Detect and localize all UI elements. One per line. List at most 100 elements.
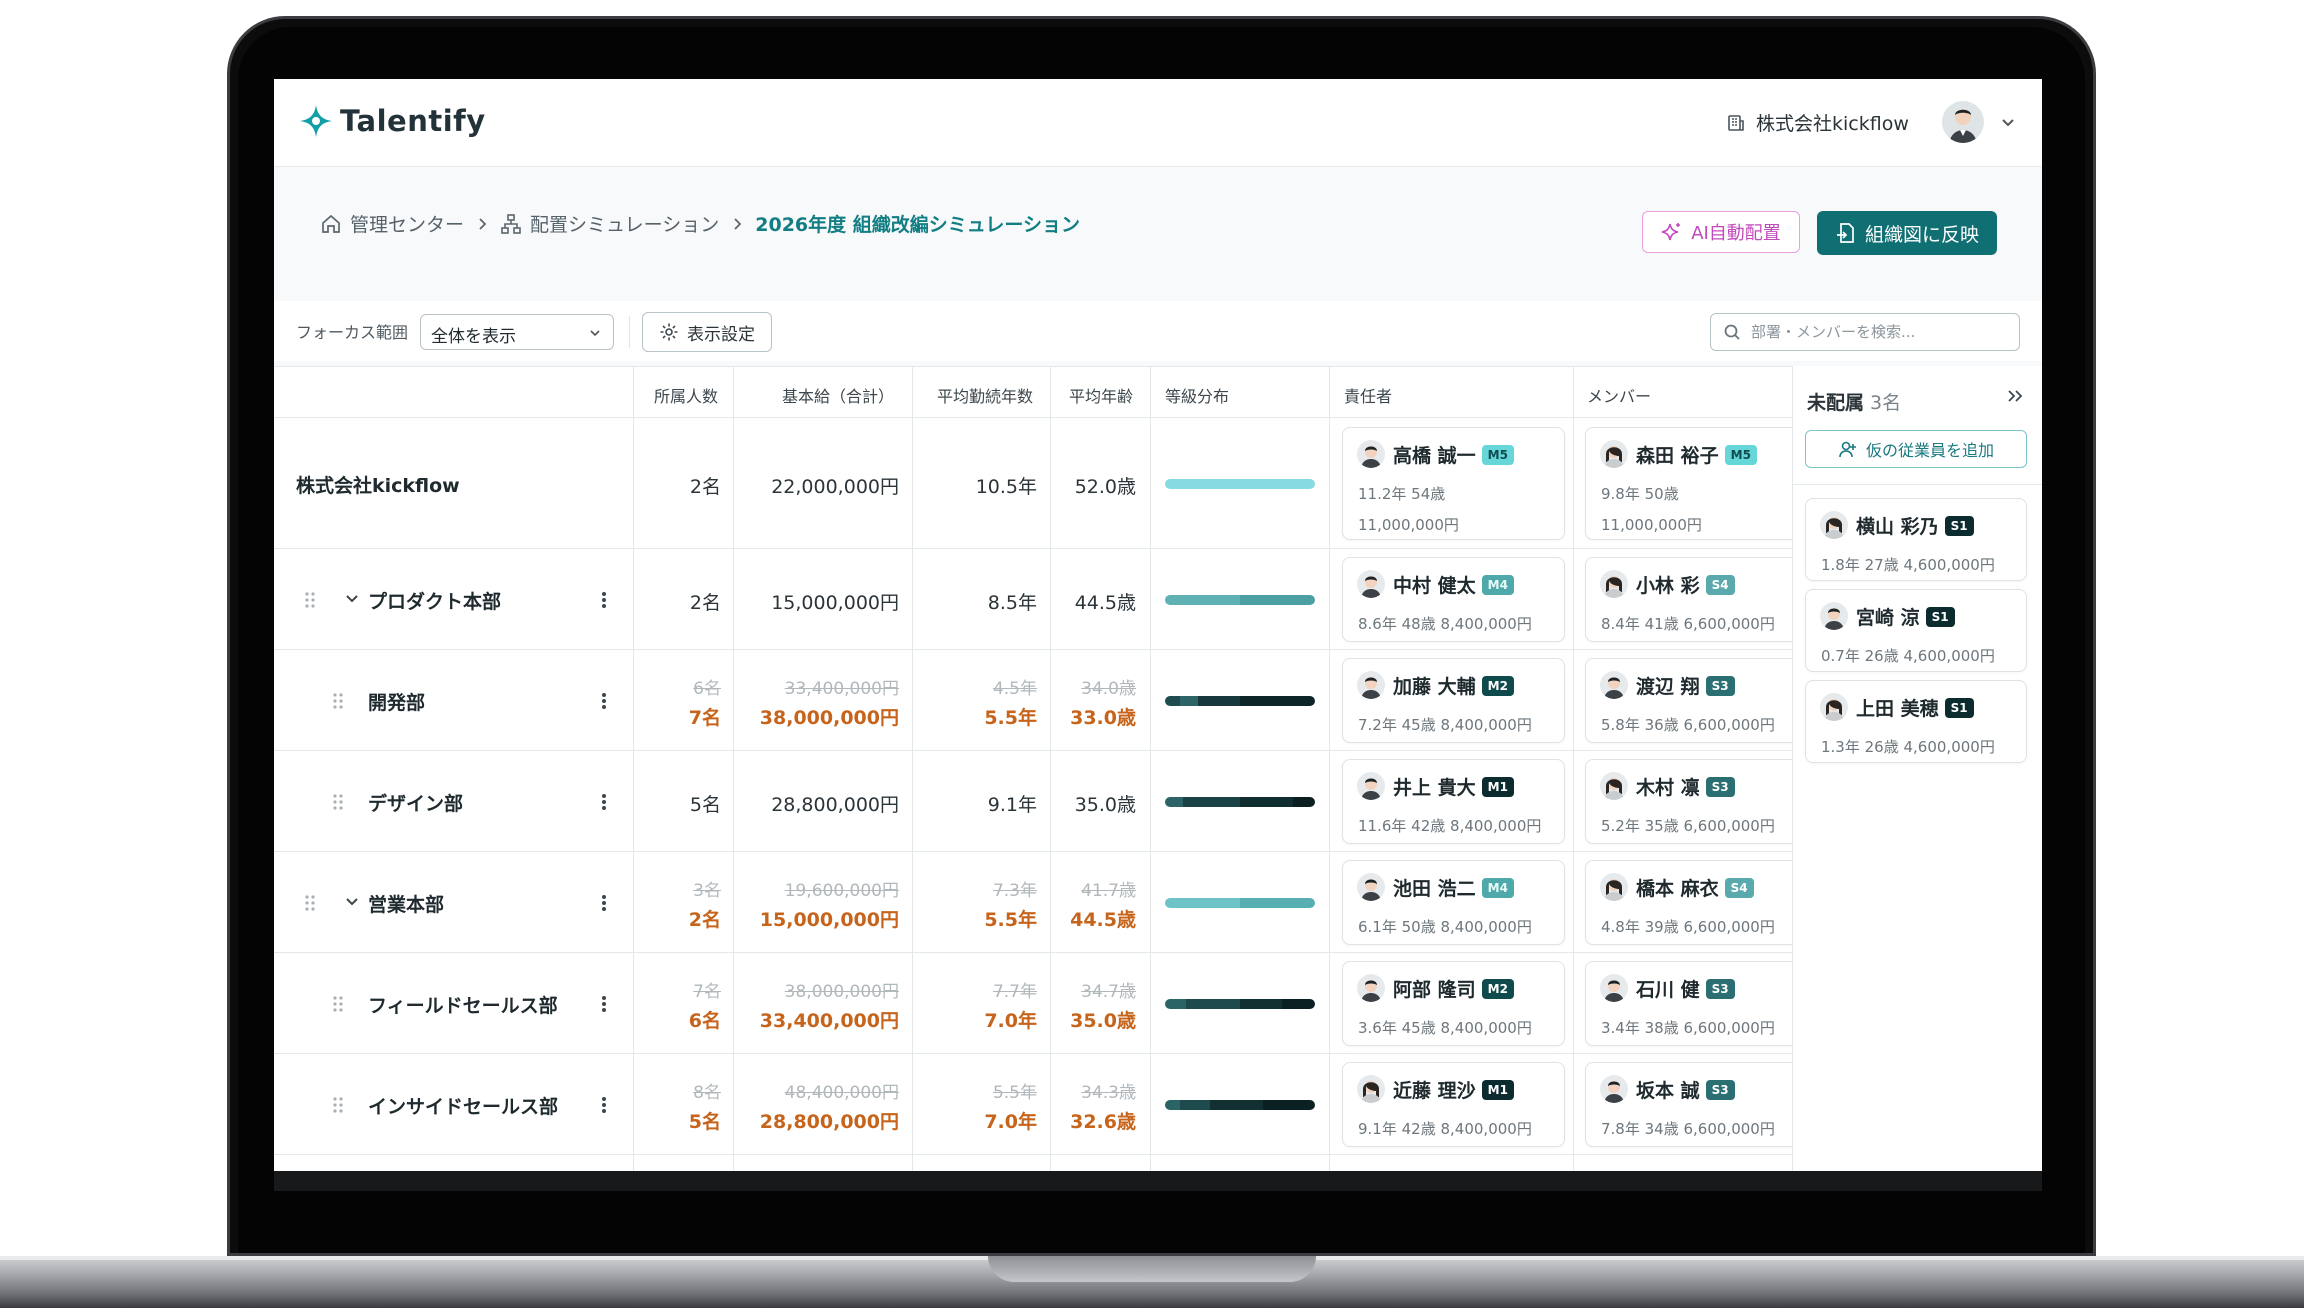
grade-badge: M4 <box>1481 877 1514 898</box>
grade-segment <box>1180 695 1198 706</box>
base-salary: 28,800,000円 <box>771 793 899 816</box>
drag-handle-icon[interactable] <box>332 691 344 715</box>
export-document-icon <box>1836 223 1854 243</box>
person-meta: 0.7年 26歳 4,600,000円 <box>1821 647 1995 665</box>
col-grade-distribution[interactable]: 等級分布 <box>1165 383 1229 407</box>
person-avatar <box>1600 772 1628 800</box>
avg-age-after: 32.6歳 <box>1070 1110 1136 1133</box>
double-chevron-right-icon[interactable] <box>2005 386 2025 406</box>
col-avg-tenure[interactable]: 平均勤続年数 <box>937 383 1033 407</box>
person-name: 小林 彩 S4 <box>1636 571 1735 598</box>
avg-age: 35.0歳 <box>1074 793 1136 816</box>
grade-badge: S3 <box>1705 675 1735 696</box>
drag-handle-icon[interactable] <box>304 590 316 614</box>
grade-distribution-bar <box>1165 695 1315 706</box>
grade-segment <box>1165 478 1315 489</box>
person-card[interactable]: 石川 健 S3 3.4年 38歳 6,600,000円 <box>1585 961 1808 1046</box>
base-salary-after: 28,800,000円 <box>759 1110 899 1133</box>
department-name[interactable]: フィールドセールス部 <box>368 991 558 1018</box>
col-avg-age[interactable]: 平均年齢 <box>1069 383 1133 407</box>
grade-segment <box>1165 998 1186 1009</box>
unassigned-person-card[interactable]: 宮崎 涼 S1 0.7年 26歳 4,600,000円 <box>1805 589 2027 672</box>
more-options-icon[interactable] <box>600 994 608 1018</box>
person-card[interactable]: 池田 浩二 M4 6.1年 50歳 8,400,000円 <box>1342 860 1565 945</box>
company-switcher[interactable]: 株式会社kickflow <box>1726 109 1909 136</box>
drag-handle-icon[interactable] <box>332 994 344 1018</box>
person-avatar <box>1600 1075 1628 1103</box>
screen-bottom-strip <box>274 1171 2042 1191</box>
more-options-icon[interactable] <box>600 792 608 816</box>
breadcrumb-item-simulation[interactable]: 配置シミュレーション <box>500 210 719 237</box>
person-card[interactable]: 加藤 大輔 M2 7.2年 45歳 8,400,000円 <box>1342 658 1565 743</box>
more-options-icon[interactable] <box>600 1095 608 1119</box>
breadcrumb-item-admin[interactable]: 管理センター <box>320 210 464 237</box>
chevron-right-icon <box>734 217 742 230</box>
table-row: 営業本部 3名 2名 19,600,000円 15,000,000円 7.3年 5.5年 41… <box>274 852 1808 953</box>
person-card[interactable]: 橋本 麻衣 S4 4.8年 39歳 6,600,000円 <box>1585 860 1808 945</box>
drag-handle-icon[interactable] <box>332 792 344 816</box>
person-meta: 3.4年 38歳 6,600,000円 <box>1601 1019 1775 1037</box>
more-options-icon[interactable] <box>600 691 608 715</box>
person-meta: 3.6年 45歳 8,400,000円 <box>1358 1019 1532 1037</box>
drag-handle-icon[interactable] <box>332 1095 344 1119</box>
person-card[interactable]: 渡辺 翔 S3 5.8年 36歳 6,600,000円 <box>1585 658 1808 743</box>
focus-range-select[interactable]: 全体を表示 <box>420 314 614 350</box>
column-divider <box>1573 366 1574 1171</box>
ai-auto-assign-button[interactable]: AI自動配置 <box>1642 211 1800 253</box>
person-card[interactable]: 近藤 理沙 M1 9.1年 42歳 8,400,000円 <box>1342 1062 1565 1147</box>
drag-handle-icon[interactable] <box>304 893 316 917</box>
person-card[interactable]: 中村 健太 M4 8.6年 48歳 8,400,000円 <box>1342 557 1565 642</box>
base-salary-after: 33,400,000円 <box>759 1009 899 1032</box>
search-input[interactable] <box>1749 322 1999 342</box>
panel-divider <box>1793 484 2042 485</box>
department-name[interactable]: 開発部 <box>368 688 425 715</box>
more-options-icon[interactable] <box>600 893 608 917</box>
more-options-icon[interactable] <box>600 590 608 614</box>
org-simulation-table: 所属人数 基本給（合計） 平均勤続年数 平均年齢 等級分布 責任者 メンバー 株… <box>274 366 1808 1171</box>
person-name-text: 石川 健 <box>1636 979 1700 1001</box>
person-card[interactable]: 森田 裕子 M5 9.8年 50歳 11,000,000円 <box>1585 427 1808 540</box>
focus-range-value: 全体を表示 <box>431 327 516 347</box>
col-headcount[interactable]: 所属人数 <box>654 383 718 407</box>
person-card[interactable]: 阿部 隆司 M2 3.6年 45歳 8,400,000円 <box>1342 961 1565 1046</box>
person-card[interactable]: 井上 貴大 M1 11.6年 42歳 8,400,000円 <box>1342 759 1565 844</box>
grade-badge: S4 <box>1705 574 1735 595</box>
col-members[interactable]: メンバー <box>1587 383 1651 407</box>
display-settings-button[interactable]: 表示設定 <box>642 312 772 352</box>
headcount-after: 2名 <box>688 908 721 931</box>
col-base-salary[interactable]: 基本給（合計） <box>782 383 894 407</box>
department-name[interactable]: 営業本部 <box>344 890 444 917</box>
chevron-down-icon[interactable] <box>344 589 360 611</box>
unassigned-person-card[interactable]: 横山 彩乃 S1 1.8年 27歳 4,600,000円 <box>1805 498 2027 581</box>
column-divider <box>1050 366 1051 1171</box>
building-icon <box>1728 114 1744 131</box>
chevron-down-icon[interactable] <box>2000 114 2016 130</box>
department-name[interactable]: 株式会社kickflow <box>296 471 460 498</box>
avg-age-after: 35.0歳 <box>1070 1009 1136 1032</box>
person-card[interactable]: 坂本 誠 S3 7.8年 34歳 6,600,000円 <box>1585 1062 1808 1147</box>
reflect-to-org-chart-button[interactable]: 組織図に反映 <box>1817 211 1997 255</box>
department-name[interactable]: プロダクト本部 <box>344 587 501 614</box>
person-card[interactable]: 高橋 誠一 M5 11.2年 54歳 11,000,000円 <box>1342 427 1565 540</box>
search-field[interactable] <box>1710 313 2020 351</box>
grade-segment <box>1240 998 1282 1009</box>
avg-tenure-before: 5.5年 <box>992 1082 1037 1103</box>
unassigned-person-card[interactable]: 上田 美穂 S1 1.3年 26歳 4,600,000円 <box>1805 680 2027 763</box>
person-avatar <box>1357 1075 1385 1103</box>
col-leader[interactable]: 責任者 <box>1344 383 1392 407</box>
headcount: 2名 <box>689 475 721 498</box>
user-avatar[interactable] <box>1942 101 1984 143</box>
grade-segment <box>1240 594 1315 605</box>
person-card[interactable]: 木村 凛 S3 5.2年 35歳 6,600,000円 <box>1585 759 1808 844</box>
add-temp-employee-button[interactable]: 仮の従業員を追加 <box>1805 430 2027 468</box>
department-name[interactable]: インサイドセールス部 <box>368 1092 558 1119</box>
logo[interactable]: Talentify <box>298 103 486 139</box>
department-name[interactable]: デザイン部 <box>368 789 463 816</box>
person-name-text: 上田 美穂 <box>1856 698 1939 720</box>
chevron-down-icon[interactable] <box>344 892 360 914</box>
headcount-before: 8名 <box>693 1082 721 1103</box>
person-card[interactable]: 小林 彩 S4 8.4年 41歳 6,600,000円 <box>1585 557 1808 642</box>
person-name-text: 阿部 隆司 <box>1393 979 1476 1001</box>
user-plus-icon <box>1839 441 1856 458</box>
grade-badge: M4 <box>1481 574 1514 595</box>
